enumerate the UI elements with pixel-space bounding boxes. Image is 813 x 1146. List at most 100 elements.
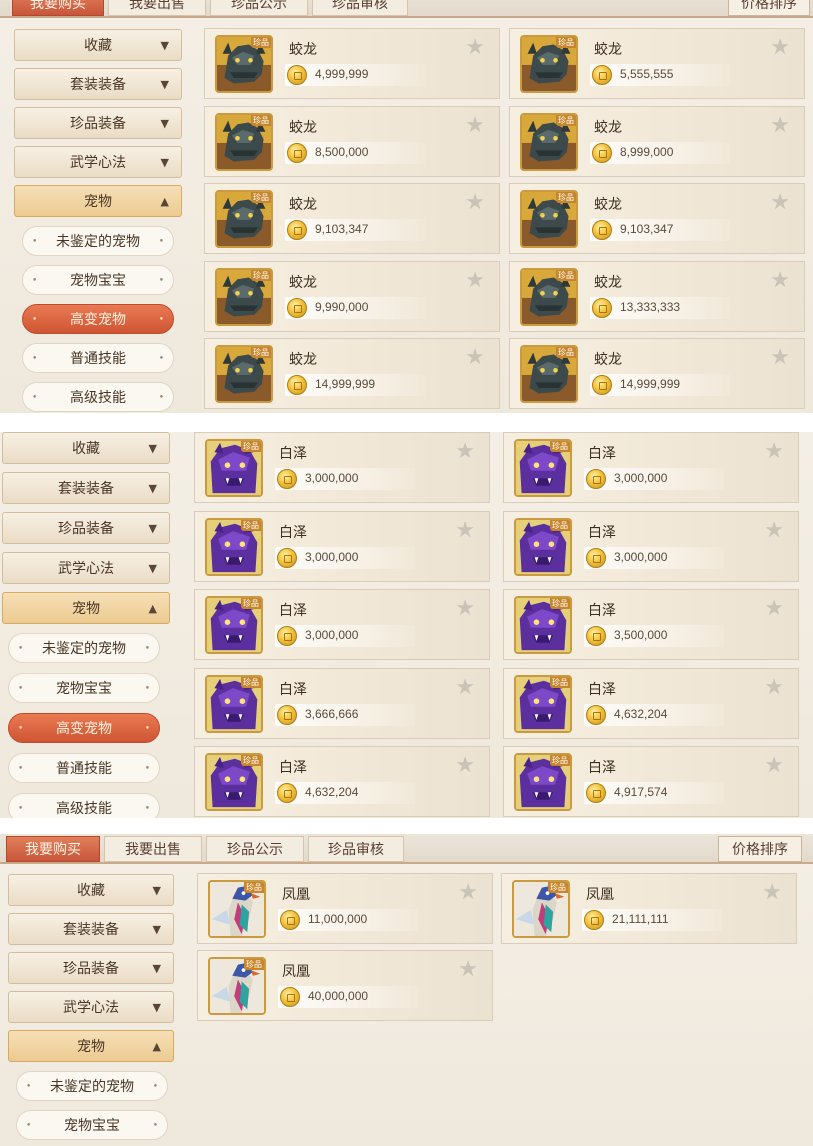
item-card[interactable]: 珍品 蛟龙 13,333,333 ★	[509, 260, 805, 332]
pet-thumbnail[interactable]: 珍品	[215, 267, 273, 326]
star-icon[interactable]: ★	[770, 192, 790, 214]
item-card[interactable]: 珍品 白泽 3,000,000 ★	[503, 432, 799, 503]
star-icon[interactable]: ★	[770, 37, 790, 59]
pet-thumbnail[interactable]: 珍品	[514, 439, 572, 497]
item-card[interactable]: 珍品 白泽 4,632,204 ★	[503, 667, 799, 739]
sidebar-item-martial-arts[interactable]: 武学心法 ▼	[8, 991, 174, 1023]
sidebar-item-favorites[interactable]: 收藏 ▼	[14, 29, 182, 61]
star-icon[interactable]: ★	[455, 519, 475, 542]
item-card[interactable]: 珍品 白泽 3,000,000 ★	[503, 510, 799, 582]
sidebar-sub-normal-skills[interactable]: 普通技能	[22, 343, 174, 374]
star-icon[interactable]: ★	[458, 959, 478, 981]
item-card[interactable]: 珍品 白泽 3,000,000 ★	[194, 510, 490, 582]
item-card[interactable]: 珍品 蛟龙 14,999,999 ★	[509, 338, 805, 409]
item-card[interactable]: 珍品 蛟龙 9,103,347 ★	[509, 183, 805, 254]
tab-buy[interactable]: 我要购买	[12, 0, 104, 16]
star-icon[interactable]: ★	[770, 269, 790, 292]
item-card[interactable]: 珍品 白泽 3,000,000 ★	[194, 589, 490, 660]
tab-treasure-review[interactable]: 珍品审核	[308, 836, 404, 862]
pet-thumbnail[interactable]: 珍品	[514, 674, 572, 733]
pet-thumbnail[interactable]: 珍品	[520, 345, 578, 403]
item-card[interactable]: 珍品 白泽 4,917,574 ★	[503, 746, 799, 817]
item-card[interactable]: 珍品 蛟龙 9,990,000 ★	[204, 260, 500, 332]
item-card[interactable]: 珍品 白泽 3,000,000 ★	[194, 432, 490, 503]
sidebar-item-treasure-equipment[interactable]: 珍品装备 ▼	[2, 512, 170, 544]
sidebar-item-favorites[interactable]: 收藏 ▼	[2, 432, 170, 464]
item-card[interactable]: 珍品 蛟龙 9,103,347 ★	[204, 183, 500, 254]
pet-thumbnail[interactable]: 珍品	[514, 753, 572, 811]
sidebar-sub-normal-skills[interactable]: 普通技能	[8, 753, 160, 784]
pet-thumbnail[interactable]: 珍品	[520, 190, 578, 248]
item-card[interactable]: 珍品 蛟龙 14,999,999 ★	[204, 338, 500, 409]
tab-treasure-review[interactable]: 珍品审核	[312, 0, 408, 16]
item-card[interactable]: 珍品 凤凰 21,111,111 ★	[501, 873, 797, 944]
sidebar-item-suit-equipment[interactable]: 套装装备 ▼	[8, 913, 174, 945]
star-icon[interactable]: ★	[465, 269, 485, 292]
sidebar-item-treasure-equipment[interactable]: 珍品装备 ▼	[8, 952, 174, 984]
sidebar-item-martial-arts[interactable]: 武学心法 ▼	[14, 146, 182, 178]
pet-thumbnail[interactable]: 珍品	[205, 596, 263, 654]
star-icon[interactable]: ★	[465, 114, 485, 137]
sidebar-item-pets[interactable]: 宠物 ▲	[2, 592, 170, 624]
price-sort-button[interactable]: 价格排序	[728, 0, 810, 16]
pet-thumbnail[interactable]: 珍品	[208, 957, 266, 1015]
pet-thumbnail[interactable]: 珍品	[512, 880, 570, 938]
star-icon[interactable]: ★	[764, 519, 784, 542]
pet-thumbnail[interactable]: 珍品	[520, 267, 578, 326]
pet-thumbnail[interactable]: 珍品	[520, 35, 578, 93]
sidebar-item-martial-arts[interactable]: 武学心法 ▼	[2, 552, 170, 584]
pet-thumbnail[interactable]: 珍品	[208, 880, 266, 938]
item-card[interactable]: 珍品 蛟龙 8,999,000 ★	[509, 105, 805, 177]
star-icon[interactable]: ★	[762, 882, 782, 904]
star-icon[interactable]: ★	[455, 441, 475, 463]
star-icon[interactable]: ★	[458, 882, 478, 904]
item-card[interactable]: 珍品 凤凰 40,000,000 ★	[197, 950, 493, 1021]
sidebar-item-treasure-equipment[interactable]: 珍品装备 ▼	[14, 107, 182, 139]
sidebar-sub-unidentified-pets[interactable]: 未鉴定的宠物	[8, 633, 160, 664]
tab-sell[interactable]: 我要出售	[108, 0, 206, 16]
sidebar-sub-mutant-pets[interactable]: 高变宠物	[22, 304, 174, 335]
item-card[interactable]: 珍品 蛟龙 5,555,555 ★	[509, 28, 805, 99]
star-icon[interactable]: ★	[455, 755, 475, 777]
pet-thumbnail[interactable]: 珍品	[514, 596, 572, 654]
pet-thumbnail[interactable]: 珍品	[520, 112, 578, 171]
sidebar-item-pets[interactable]: 宠物 ▲	[14, 185, 182, 217]
tab-treasure-announce[interactable]: 珍品公示	[206, 836, 304, 862]
sidebar-sub-unidentified-pets[interactable]: 未鉴定的宠物	[16, 1071, 168, 1102]
star-icon[interactable]: ★	[764, 598, 784, 620]
item-card[interactable]: 珍品 白泽 4,632,204 ★	[194, 746, 490, 817]
star-icon[interactable]: ★	[455, 598, 475, 620]
tab-treasure-announce[interactable]: 珍品公示	[210, 0, 308, 16]
sidebar-sub-pet-babies[interactable]: 宠物宝宝	[16, 1110, 168, 1141]
item-card[interactable]: 珍品 蛟龙 4,999,999 ★	[204, 28, 500, 99]
star-icon[interactable]: ★	[764, 676, 784, 699]
star-icon[interactable]: ★	[770, 114, 790, 137]
pet-thumbnail[interactable]: 珍品	[215, 345, 273, 403]
sidebar-item-suit-equipment[interactable]: 套装装备 ▼	[14, 68, 182, 100]
item-card[interactable]: 珍品 凤凰 11,000,000 ★	[197, 873, 493, 944]
item-card[interactable]: 珍品 白泽 3,500,000 ★	[503, 589, 799, 660]
item-card[interactable]: 珍品 白泽 3,666,666 ★	[194, 667, 490, 739]
star-icon[interactable]: ★	[455, 676, 475, 699]
sidebar-sub-mutant-pets[interactable]: 高变宠物	[8, 713, 160, 744]
pet-thumbnail[interactable]: 珍品	[215, 35, 273, 93]
item-card[interactable]: 珍品 蛟龙 8,500,000 ★	[204, 105, 500, 177]
pet-thumbnail[interactable]: 珍品	[215, 112, 273, 171]
tab-buy[interactable]: 我要购买	[6, 836, 100, 862]
sidebar-item-favorites[interactable]: 收藏 ▼	[8, 874, 174, 906]
pet-thumbnail[interactable]: 珍品	[215, 190, 273, 248]
sidebar-item-pets[interactable]: 宠物 ▲	[8, 1030, 174, 1062]
pet-thumbnail[interactable]: 珍品	[205, 439, 263, 497]
sidebar-item-suit-equipment[interactable]: 套装装备 ▼	[2, 472, 170, 504]
pet-thumbnail[interactable]: 珍品	[514, 517, 572, 576]
price-sort-button[interactable]: 价格排序	[718, 836, 802, 862]
sidebar-sub-advanced-skills[interactable]: 高级技能	[8, 793, 160, 818]
pet-thumbnail[interactable]: 珍品	[205, 753, 263, 811]
star-icon[interactable]: ★	[465, 37, 485, 59]
tab-sell[interactable]: 我要出售	[104, 836, 202, 862]
sidebar-sub-pet-babies[interactable]: 宠物宝宝	[8, 673, 160, 704]
sidebar-sub-pet-babies[interactable]: 宠物宝宝	[22, 265, 174, 296]
sidebar-sub-advanced-skills[interactable]: 高级技能	[22, 382, 174, 413]
star-icon[interactable]: ★	[764, 755, 784, 777]
star-icon[interactable]: ★	[764, 441, 784, 463]
